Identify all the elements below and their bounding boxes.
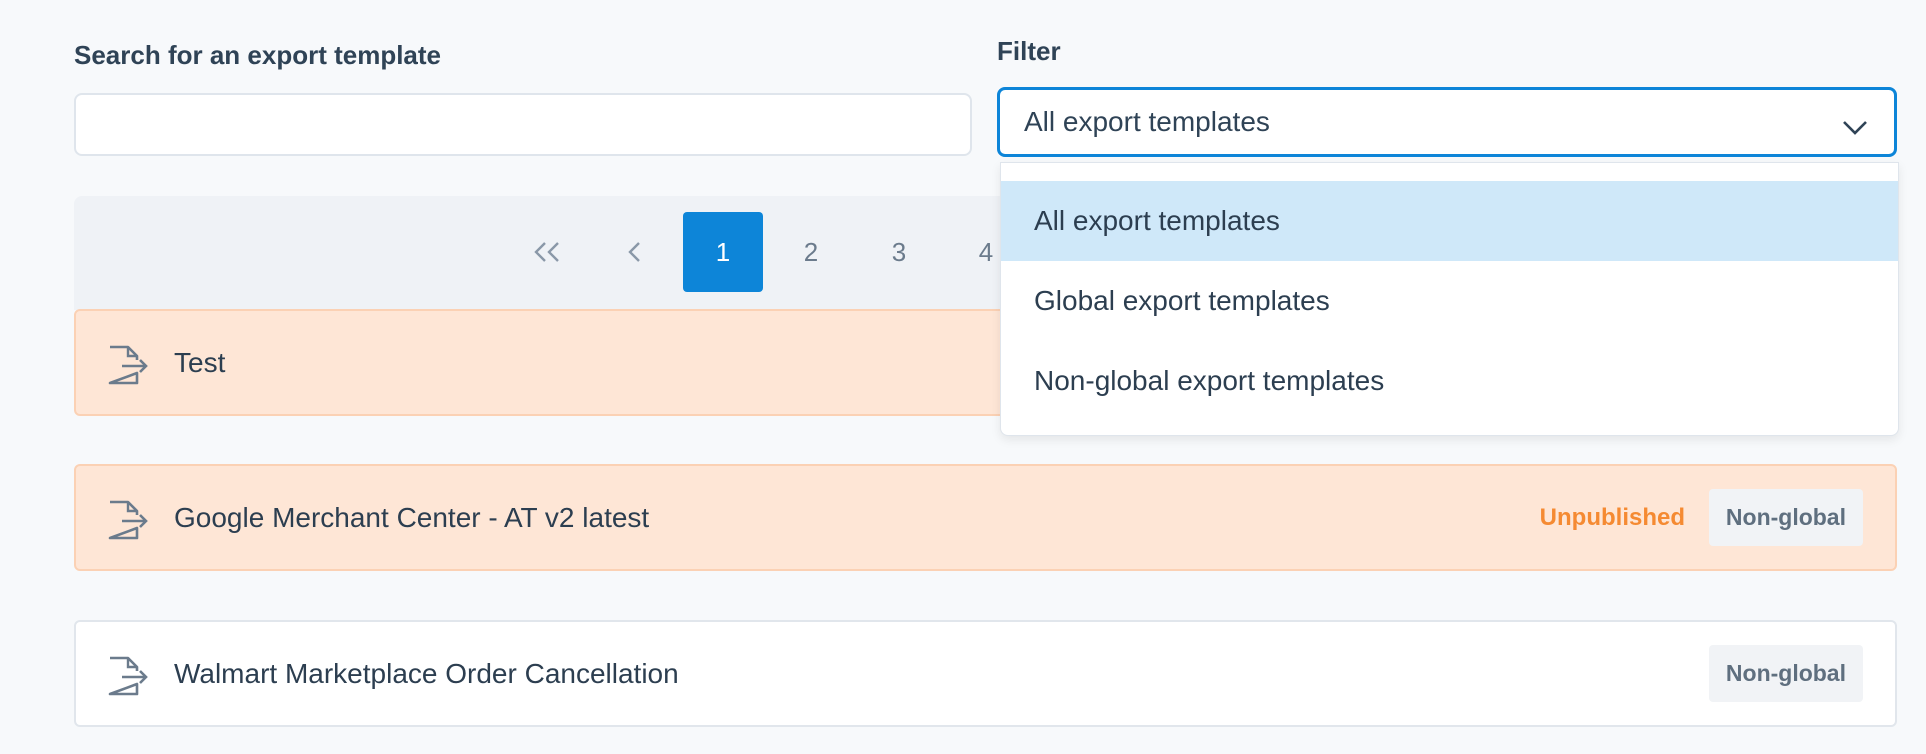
- page-button-3[interactable]: 3: [859, 212, 939, 292]
- filter-label: Filter: [997, 36, 1061, 66]
- previous-page-button[interactable]: [595, 212, 675, 292]
- template-row[interactable]: Walmart Marketplace Order Cancellation N…: [74, 620, 1897, 727]
- filter-selected-value: All export templates: [1024, 106, 1270, 137]
- template-name: Walmart Marketplace Order Cancellation: [174, 657, 679, 689]
- filter-select[interactable]: All export templates: [997, 87, 1897, 157]
- page-button-2[interactable]: 2: [771, 212, 851, 292]
- file-export-icon: [106, 655, 150, 702]
- status-unpublished: Unpublished: [1539, 503, 1685, 531]
- filter-option-non-global[interactable]: Non-global export templates: [1001, 341, 1898, 421]
- file-export-icon: [106, 499, 150, 546]
- scope-badge: Non-global: [1708, 489, 1863, 546]
- template-name: Test: [174, 346, 226, 378]
- search-label: Search for an export template: [74, 40, 441, 70]
- page-button-1[interactable]: 1: [683, 212, 763, 292]
- double-chevron-left-icon: [533, 241, 561, 263]
- template-name: Google Merchant Center - AT v2 latest: [174, 501, 650, 533]
- chevron-down-icon: [1842, 112, 1868, 144]
- filter-dropdown-menu: All export templates Global export templ…: [1000, 162, 1899, 436]
- first-page-button[interactable]: [507, 212, 587, 292]
- chevron-left-icon: [627, 241, 643, 263]
- search-input[interactable]: [74, 93, 972, 156]
- filter-option-global[interactable]: Global export templates: [1001, 261, 1898, 341]
- filter-option-all[interactable]: All export templates: [1001, 181, 1898, 261]
- template-row[interactable]: Google Merchant Center - AT v2 latest Un…: [74, 464, 1897, 571]
- file-export-icon: [106, 344, 150, 391]
- scope-badge: Non-global: [1708, 645, 1863, 702]
